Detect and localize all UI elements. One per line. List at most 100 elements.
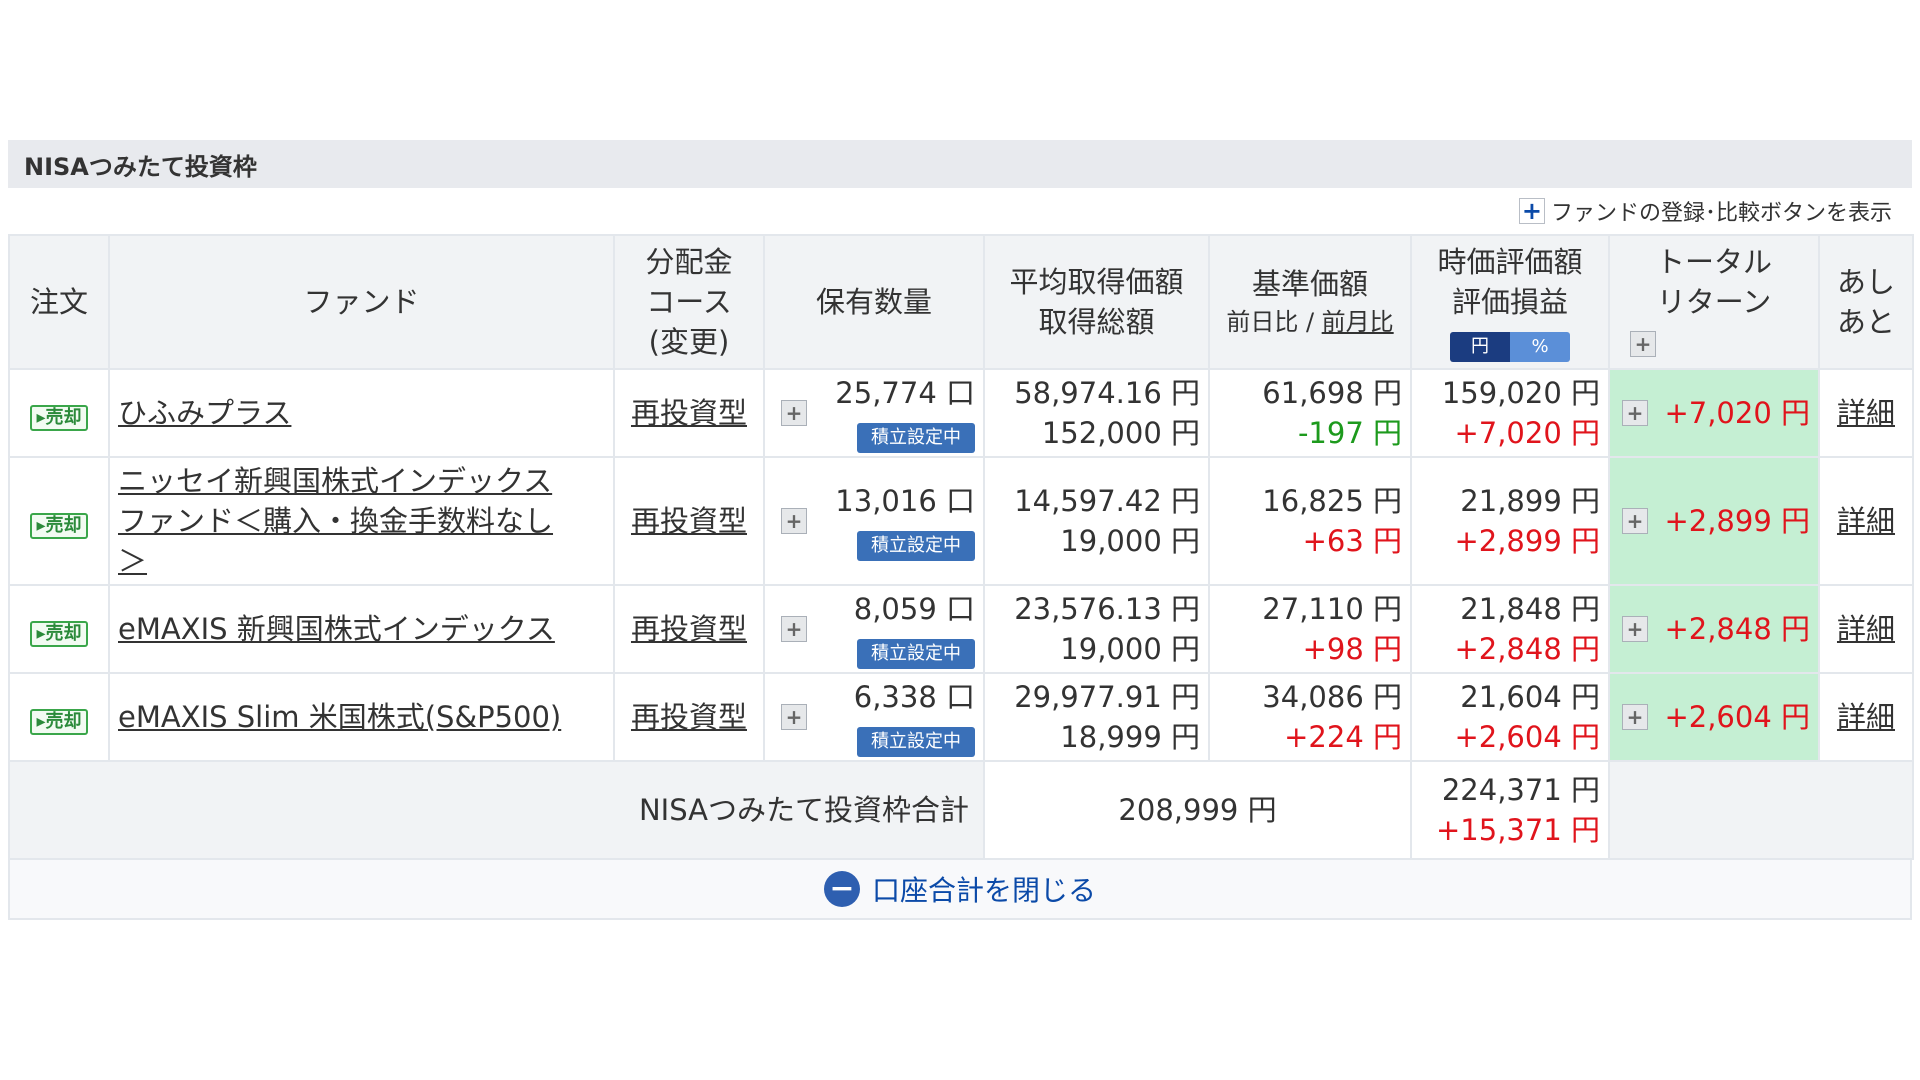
avg-price-cell: 14,597.42 円 19,000 円 [983,456,1210,586]
order-cell: ▸売却 [8,672,110,762]
market-value: 21,604 円 [1460,680,1600,714]
expand-plus-icon[interactable]: + [1622,704,1648,730]
fund-row: ▸売却 ニッセイ新興国株式インデックス ファンド＜購入・換金手数料なし＞ 再投資型… [8,456,1914,586]
sell-button[interactable]: ▸売却 [30,405,88,431]
nav-cell: 27,110 円 +98 円 [1208,584,1412,674]
accumulation-setting-badge[interactable]: 積立設定中 [857,639,975,669]
nav-cell: 16,825 円 +63 円 [1208,456,1412,586]
dividend-course-link[interactable]: 再投資型 [613,672,765,762]
quantity-cell: + 13,016 口 積立設定中 [763,456,985,586]
nav-value: 61,698 円 [1262,376,1402,410]
fund-compare-toggle-link[interactable]: ファンドの登録･比較ボタンを表示 [1551,195,1892,227]
avg-price-cell: 23,576.13 円 19,000 円 [983,584,1210,674]
total-market-value: 224,371 円 [1441,773,1600,807]
market-value: 159,020 円 [1441,376,1600,410]
col-nav-l1: 基準価額 [1251,267,1368,301]
accumulation-setting-badge[interactable]: 積立設定中 [857,727,975,757]
col-history-l1: あし [1836,265,1895,299]
toggle-yen-button[interactable]: 円 [1450,332,1510,362]
expand-plus-icon[interactable]: + [781,400,807,426]
nav-cell: 61,698 円 -197 円 [1208,368,1412,458]
col-avg-price-l1: 平均取得価額 [1009,265,1184,299]
expand-plus-icon[interactable]: + [1622,400,1648,426]
sell-button[interactable]: ▸売却 [30,513,88,539]
nav-change: +63 円 [1302,524,1402,558]
plus-icon[interactable]: + [1518,198,1545,224]
unrealized-gain: +2,604 円 [1454,720,1600,754]
expand-plus-icon[interactable]: + [781,508,807,534]
expand-plus-icon[interactable]: + [781,704,807,730]
dividend-course-link[interactable]: 再投資型 [613,368,765,458]
fund-name-line[interactable]: eMAXIS 新興国株式インデックス [118,609,605,649]
fund-name-line[interactable]: eMAXIS Slim 米国株式(S&P500) [118,697,605,737]
nav-change: -197 円 [1297,416,1402,450]
detail-link[interactable]: 詳細 [1818,672,1914,762]
col-avg-price-l2: 取得総額 [1038,305,1155,339]
expand-plus-icon[interactable]: + [1622,508,1648,534]
dividend-course-link[interactable]: 再投資型 [613,584,765,674]
total-empty [1608,760,1914,860]
fund-row: ▸売却 eMAXIS 新興国株式インデックス 再投資型 + 8,059 口 積立… [8,584,1914,674]
unrealized-gain: +2,899 円 [1454,524,1600,558]
quantity-cell: + 8,059 口 積立設定中 [763,584,985,674]
col-nav-sep: / [1298,308,1322,336]
detail-link[interactable]: 詳細 [1818,368,1914,458]
avg-price: 29,977.91 円 [1014,680,1200,714]
avg-price: 23,576.13 円 [1014,592,1200,626]
col-total-return: トータル リターン + [1608,234,1820,370]
total-return-value: +7,020 円 [1664,396,1810,430]
sell-label: 売却 [45,407,82,428]
col-nav-month-link[interactable]: 前月比 [1322,308,1394,336]
fund-name-line[interactable]: ひふみプラス [118,393,605,433]
fund-cell: ニッセイ新興国株式インデックス ファンド＜購入・換金手数料なし＞ [108,456,615,586]
holdings-table: 注文 ファンド 分配金 コース (変更) 保有数量 平均取得価額 取得総額 基準… [8,234,1914,860]
avg-price: 58,974.16 円 [1014,376,1200,410]
nav-cell: 34,086 円 +224 円 [1208,672,1412,762]
expand-plus-icon[interactable]: + [1630,331,1656,357]
total-unrealized: +15,371 円 [1436,813,1600,847]
order-cell: ▸売却 [8,584,110,674]
sell-label: 売却 [45,623,82,644]
col-market-value-l2: 評価損益 [1451,285,1568,319]
expand-plus-icon[interactable]: + [781,616,807,642]
quantity-value: 6,338 口 [853,680,975,714]
dividend-course-link[interactable]: 再投資型 [613,456,765,586]
fund-name-line[interactable]: ＞ [118,541,605,581]
total-return-cell: + +7,020 円 [1608,368,1820,458]
unrealized-gain: +7,020 円 [1454,416,1600,450]
accumulation-setting-badge[interactable]: 積立設定中 [857,531,975,561]
expand-plus-icon[interactable]: + [1622,616,1648,642]
total-return-value: +2,604 円 [1664,700,1810,734]
fund-row: ▸売却 ひふみプラス 再投資型 + 25,774 口 積立設定中 58,974.… [8,368,1914,458]
col-dividend-course-l1: 分配金 [645,245,733,279]
market-value-cell: 159,020 円 +7,020 円 [1410,368,1610,458]
accumulation-setting-badge[interactable]: 積立設定中 [857,423,975,453]
toolbar: + ファンドの登録･比較ボタンを表示 [8,188,1912,234]
minus-circle-icon: − [823,871,860,907]
col-total-return-l2: リターン [1656,285,1772,319]
sell-button[interactable]: ▸売却 [30,709,88,735]
total-cost: 18,999 円 [1060,720,1200,754]
sell-button[interactable]: ▸売却 [30,621,88,647]
avg-price-cell: 58,974.16 円 152,000 円 [983,368,1210,458]
avg-price-cell: 29,977.91 円 18,999 円 [983,672,1210,762]
detail-link[interactable]: 詳細 [1818,456,1914,586]
nav-value: 27,110 円 [1262,592,1402,626]
toggle-percent-button[interactable]: % [1510,332,1570,362]
total-cost: 208,999 円 [983,760,1412,860]
total-row: NISAつみたて投資枠合計 208,999 円 224,371 円 +15,37… [8,760,1914,860]
col-nav: 基準価額 前日比 / 前月比 [1208,234,1412,370]
total-return-cell: + +2,604 円 [1608,672,1820,762]
market-value-cell: 21,899 円 +2,899 円 [1410,456,1610,586]
total-cost: 152,000 円 [1041,416,1200,450]
detail-link[interactable]: 詳細 [1818,584,1914,674]
total-return-cell: + +2,848 円 [1608,584,1820,674]
close-account-total-button[interactable]: − 口座合計を閉じる [8,860,1912,920]
quantity-cell: + 25,774 口 積立設定中 [763,368,985,458]
total-label: NISAつみたて投資枠合計 [8,760,985,860]
header-row: 注文 ファンド 分配金 コース (変更) 保有数量 平均取得価額 取得総額 基準… [8,234,1914,370]
col-dividend-course: 分配金 コース (変更) [613,234,765,370]
fund-name-line[interactable]: ニッセイ新興国株式インデックス [118,461,605,501]
col-dividend-course-l2: コース [646,285,732,319]
fund-name-line[interactable]: ファンド＜購入・換金手数料なし [118,501,605,541]
